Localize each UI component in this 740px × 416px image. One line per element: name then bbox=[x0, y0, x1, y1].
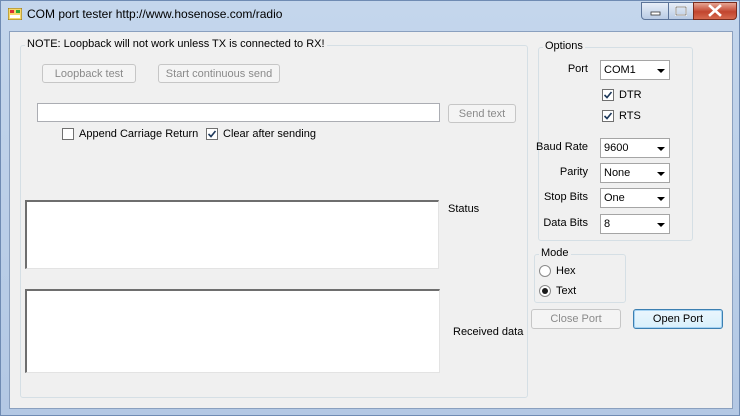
maximize-icon bbox=[675, 6, 687, 16]
loopback-test-button[interactable]: Loopback test bbox=[42, 64, 136, 83]
received-data-textarea[interactable] bbox=[25, 289, 440, 373]
hex-radio[interactable] bbox=[539, 265, 551, 277]
status-label: Status bbox=[448, 203, 480, 215]
start-continuous-send-button[interactable]: Start continuous send bbox=[158, 64, 280, 83]
rts-label: RTS bbox=[619, 110, 641, 122]
data-bits-label: Data Bits bbox=[543, 217, 588, 229]
chevron-down-icon bbox=[657, 69, 665, 73]
stop-bits-value: One bbox=[604, 192, 625, 204]
app-window: COM port tester http://www.hosenose.com/… bbox=[0, 0, 740, 416]
window-title: COM port tester http://www.hosenose.com/… bbox=[27, 7, 283, 21]
append-cr-label: Append Carriage Return bbox=[79, 128, 199, 140]
parity-value: None bbox=[604, 167, 631, 179]
stop-bits-label: Stop Bits bbox=[543, 191, 588, 203]
options-title: Options bbox=[543, 40, 585, 52]
checkmark-icon bbox=[207, 130, 217, 138]
received-data-label: Received data bbox=[453, 326, 524, 338]
append-cr-checkbox[interactable] bbox=[62, 128, 74, 140]
dtr-label: DTR bbox=[619, 89, 642, 101]
send-text-input[interactable] bbox=[37, 103, 440, 122]
title-bar[interactable]: COM port tester http://www.hosenose.com/… bbox=[1, 1, 739, 27]
app-icon bbox=[8, 8, 22, 20]
parity-label: Parity bbox=[559, 166, 588, 178]
baud-rate-label: Baud Rate bbox=[536, 141, 588, 153]
stop-bits-select[interactable]: One bbox=[600, 188, 670, 208]
minimize-icon bbox=[650, 11, 661, 16]
chevron-down-icon bbox=[657, 223, 665, 227]
baud-rate-select[interactable]: 9600 bbox=[600, 138, 670, 158]
port-value: COM1 bbox=[604, 64, 636, 76]
data-bits-select[interactable]: 8 bbox=[600, 214, 670, 234]
open-port-button[interactable]: Open Port bbox=[633, 309, 723, 329]
port-label: Port bbox=[567, 63, 588, 75]
maximize-button[interactable] bbox=[668, 2, 694, 20]
minimize-button[interactable] bbox=[641, 2, 669, 20]
checkmark-icon bbox=[603, 91, 613, 99]
mode-title: Mode bbox=[539, 247, 571, 259]
client-area: NOTE: Loopback will not work unless TX i… bbox=[9, 31, 733, 409]
hex-label: Hex bbox=[556, 265, 576, 277]
close-icon bbox=[708, 4, 722, 17]
chevron-down-icon bbox=[657, 197, 665, 201]
send-text-button[interactable]: Send text bbox=[448, 104, 516, 123]
clear-after-sending-checkbox[interactable] bbox=[206, 128, 218, 140]
text-radio[interactable] bbox=[539, 285, 551, 297]
dtr-checkbox[interactable] bbox=[602, 89, 614, 101]
text-label: Text bbox=[556, 285, 577, 297]
clear-after-sending-label: Clear after sending bbox=[223, 128, 316, 140]
close-window-button[interactable] bbox=[693, 2, 737, 20]
status-textarea[interactable] bbox=[25, 200, 439, 269]
loopback-note: NOTE: Loopback will not work unless TX i… bbox=[25, 38, 327, 50]
checkmark-icon bbox=[603, 112, 613, 120]
baud-rate-value: 9600 bbox=[604, 142, 629, 154]
chevron-down-icon bbox=[657, 172, 665, 176]
rts-checkbox[interactable] bbox=[602, 110, 614, 122]
data-bits-value: 8 bbox=[604, 218, 611, 230]
chevron-down-icon bbox=[657, 147, 665, 151]
parity-select[interactable]: None bbox=[600, 163, 670, 183]
close-port-button[interactable]: Close Port bbox=[531, 309, 621, 329]
port-select[interactable]: COM1 bbox=[600, 60, 670, 80]
